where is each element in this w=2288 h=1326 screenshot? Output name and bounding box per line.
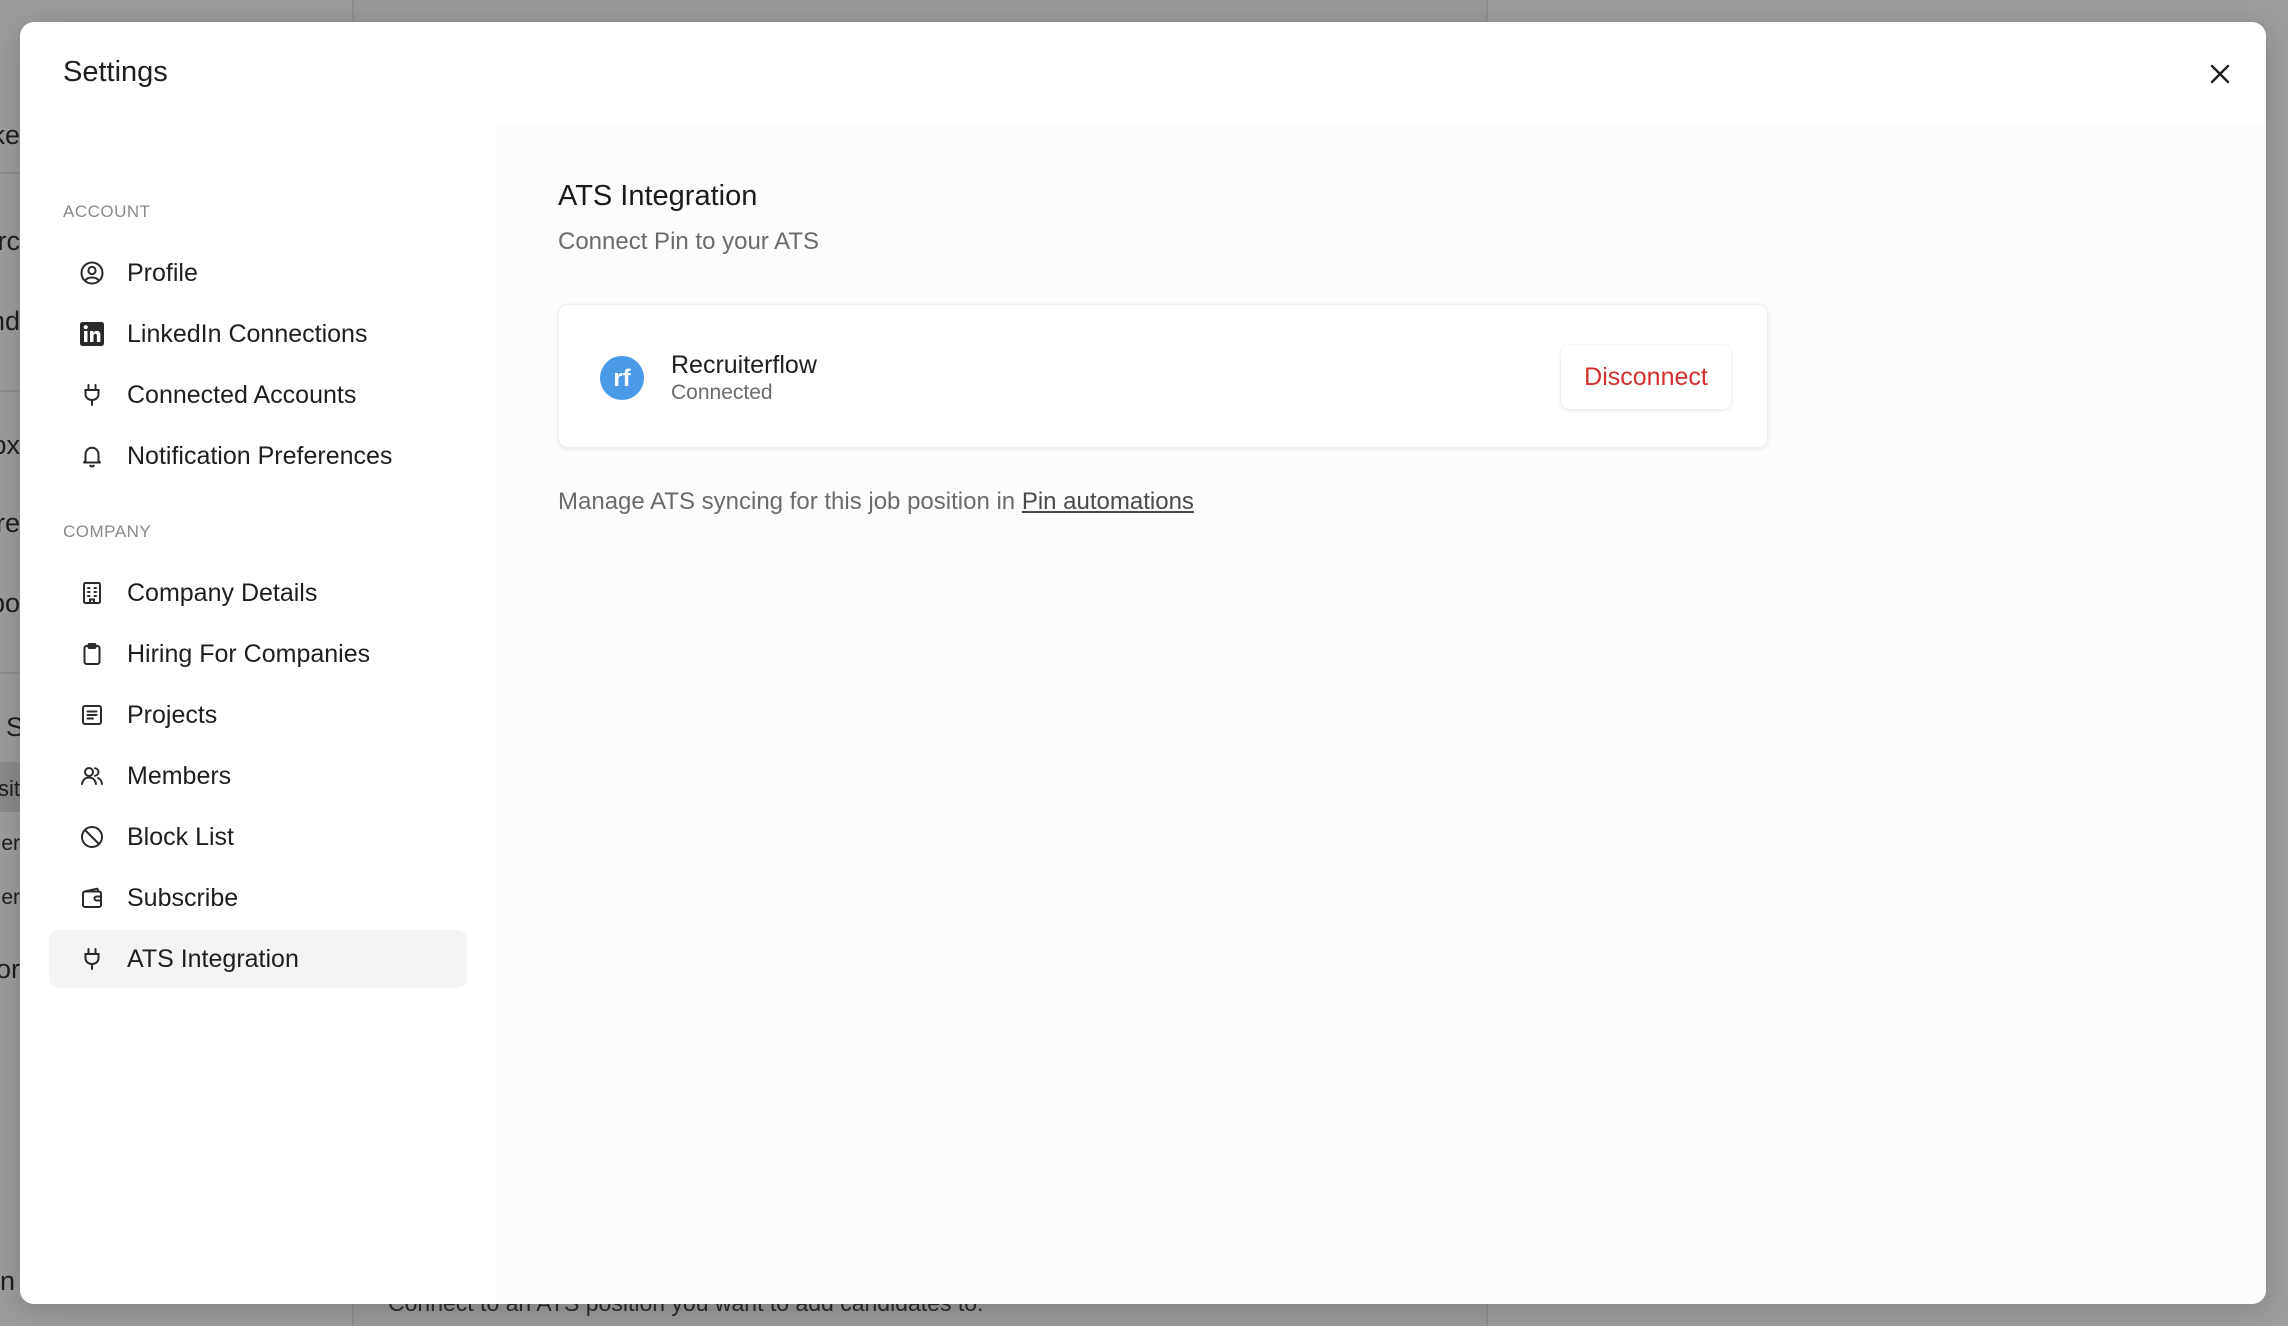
integration-status: Connected (671, 381, 773, 404)
background-divider (0, 172, 20, 174)
close-icon (2210, 64, 2230, 84)
background-text: ier (0, 886, 20, 909)
close-button[interactable] (2202, 56, 2238, 92)
integration-name: Recruiterflow (671, 351, 817, 379)
disconnect-button[interactable]: Disconnect (1561, 345, 1731, 409)
background-text: ke (0, 120, 20, 150)
users-icon (78, 762, 106, 790)
nav-item-linkedin-connections[interactable]: LinkedIn Connections (49, 305, 467, 363)
nav-item-subscribe[interactable]: Subscribe (49, 869, 467, 927)
nav-group-account: ACCOUNT (63, 202, 151, 221)
logo-text: rf (613, 365, 631, 392)
clipboard-icon (78, 640, 106, 668)
nav-item-label: Members (127, 761, 232, 790)
nav-item-label: Company Details (127, 578, 318, 607)
page-title: ATS Integration (558, 180, 758, 212)
nav-item-projects[interactable]: Projects (49, 686, 467, 744)
background-text: bo (0, 588, 20, 618)
nav-item-label: ATS Integration (127, 944, 299, 973)
integration-card: rf Recruiterflow Connected Disconnect (558, 304, 1768, 448)
nav-item-hiring-for-companies[interactable]: Hiring For Companies (49, 625, 467, 683)
nav-item-members[interactable]: Members (49, 747, 467, 805)
modal-title: Settings (63, 55, 168, 88)
nav-item-profile[interactable]: Profile (49, 244, 467, 302)
nav-item-connected-accounts[interactable]: Connected Accounts (49, 366, 467, 424)
background-text: nd (0, 306, 20, 336)
page-subtitle: Connect Pin to your ATS (558, 228, 820, 255)
background-divider (0, 672, 20, 674)
nav-group-company: COMPANY (63, 522, 152, 541)
nav-item-block-list[interactable]: Block List (49, 808, 467, 866)
wallet-icon (78, 884, 106, 912)
settings-modal: Settings ACCOUNT Profile LinkedIn Connec… (20, 22, 2266, 1304)
recruiterflow-logo: rf (600, 356, 644, 400)
building-icon (78, 579, 106, 607)
background-text: ox (0, 430, 20, 460)
manage-sync-prefix: Manage ATS syncing for this job position… (558, 488, 1022, 515)
nav-item-label: Hiring For Companies (127, 639, 371, 668)
nav-item-company-details[interactable]: Company Details (49, 564, 467, 622)
ats-integration-panel: ATS Integration Connect Pin to your ATS … (496, 122, 2266, 1304)
modal-body: ACCOUNT Profile LinkedIn Connections Con… (20, 122, 2266, 1304)
nav-item-notification-preferences[interactable]: Notification Preferences (49, 427, 467, 485)
background-text: ler (0, 832, 20, 855)
background-text: n (0, 1266, 16, 1296)
nav-item-label: Block List (127, 822, 234, 851)
nav-item-label: Subscribe (127, 883, 239, 912)
list-icon (78, 701, 106, 729)
nav-item-label: Profile (127, 258, 198, 287)
background-text: sit (0, 776, 20, 801)
plug-icon (78, 945, 106, 973)
manage-sync-text: Manage ATS syncing for this job position… (558, 488, 1194, 516)
modal-header: Settings (20, 22, 2266, 123)
nav-item-label: Projects (127, 700, 218, 729)
nav-item-label: Notification Preferences (127, 441, 393, 470)
pin-automations-link[interactable]: Pin automations (1022, 488, 1194, 515)
plug-icon (78, 381, 106, 409)
linkedin-icon (78, 320, 106, 348)
nav-item-label: LinkedIn Connections (127, 319, 368, 348)
ban-icon (78, 823, 106, 851)
background-text: re (0, 508, 20, 538)
nav-item-label: Connected Accounts (127, 380, 357, 409)
settings-nav: ACCOUNT Profile LinkedIn Connections Con… (20, 122, 496, 1304)
bell-icon (78, 442, 106, 470)
background-text: or (0, 954, 20, 984)
background-divider (0, 390, 20, 392)
nav-item-ats-integration[interactable]: ATS Integration (49, 930, 467, 988)
user-circle-icon (78, 259, 106, 287)
background-text: rc (0, 226, 20, 256)
